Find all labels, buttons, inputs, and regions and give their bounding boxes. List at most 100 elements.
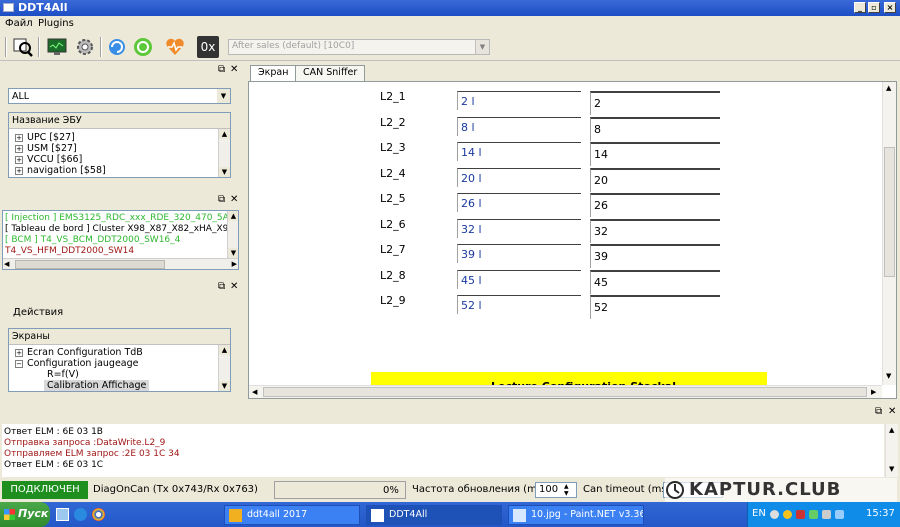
chevron-down-icon[interactable]: ▼ xyxy=(217,89,230,103)
language-indicator[interactable]: EN xyxy=(752,508,766,519)
row-value-input[interactable]: 52 xyxy=(590,295,720,319)
tree-item[interactable]: R=f(V) xyxy=(47,369,79,380)
close-icon[interactable]: ✕ xyxy=(230,194,238,205)
screens-tree[interactable]: Экраны + Ecran Configuration TdB − Configu… xyxy=(8,328,231,392)
start-button[interactable]: Пуск xyxy=(0,502,50,527)
scrollbar[interactable]: ▲ ▼ xyxy=(227,211,238,258)
scroll-up-icon[interactable]: ▲ xyxy=(886,84,891,92)
tray-icon[interactable] xyxy=(809,510,818,519)
filter-combo[interactable]: ALL ▼ xyxy=(8,88,231,104)
list-item[interactable]: [ Injection ] EMS3125_RDC_xxx_RDE_320_47… xyxy=(5,213,235,223)
tray-icon[interactable] xyxy=(770,510,779,519)
scrollbar[interactable]: ▲ ▼ xyxy=(218,345,230,391)
settings-gear-icon[interactable] xyxy=(74,36,96,58)
expand-icon[interactable]: + xyxy=(15,349,23,357)
tab-can-sniffer[interactable]: CAN Sniffer xyxy=(295,65,366,81)
row-value-input[interactable]: 2 xyxy=(590,91,720,115)
network-icon[interactable] xyxy=(835,510,844,519)
expand-icon[interactable]: + xyxy=(15,156,23,164)
expand-icon[interactable]: + xyxy=(15,167,23,175)
scroll-thumb[interactable] xyxy=(15,260,165,269)
scroll-down-icon[interactable]: ▼ xyxy=(219,381,230,391)
tree-item[interactable]: + UPC [$27] xyxy=(15,132,75,143)
toolbar-separator xyxy=(100,37,102,57)
tree-item-selected[interactable]: Calibration Affichage xyxy=(44,380,150,391)
scroll-up-icon[interactable]: ▲ xyxy=(219,129,230,139)
float-icon[interactable]: ⧉ xyxy=(218,194,225,205)
connect-icon[interactable] xyxy=(132,36,154,58)
horizontal-scrollbar[interactable]: ◀ ▶ xyxy=(3,258,238,269)
hex-button[interactable]: 0x xyxy=(197,36,219,58)
row-value-input[interactable]: 26 xyxy=(590,193,720,217)
scroll-thumb[interactable] xyxy=(884,147,895,277)
chevron-down-icon[interactable]: ▼ xyxy=(475,40,489,54)
tray-icon[interactable] xyxy=(796,510,805,519)
row-value-input[interactable]: 14 xyxy=(590,142,720,166)
tree-item[interactable]: + VCCU [$66] xyxy=(15,154,82,165)
list-item[interactable]: [ Tableau de bord ] Cluster X98_X87_X82_… xyxy=(5,224,238,234)
menu-file[interactable]: Файл xyxy=(5,18,33,29)
taskbar-item-paint-net[interactable]: 10.jpg - Paint.NET v3.36 xyxy=(508,505,644,525)
volume-icon[interactable] xyxy=(822,510,831,519)
scroll-thumb[interactable] xyxy=(263,387,867,397)
tab-screen[interactable]: Экран xyxy=(250,65,297,82)
taskbar: Пуск ddt4all 2017 DDT4All 10.jpg - Paint… xyxy=(0,502,900,527)
float-icon[interactable]: ⧉ xyxy=(218,281,225,292)
expand-icon[interactable]: + xyxy=(15,134,23,142)
taskbar-item-ddt4all-2017[interactable]: ddt4all 2017 xyxy=(224,505,360,525)
scroll-right-icon[interactable]: ▶ xyxy=(232,260,237,268)
close-icon[interactable]: ✕ xyxy=(230,64,238,75)
float-icon[interactable]: ⧉ xyxy=(875,406,882,417)
show-desktop-icon[interactable] xyxy=(56,508,69,521)
refresh-icon[interactable] xyxy=(106,36,128,58)
main-hscroll[interactable]: ◀ ▶ xyxy=(249,385,882,398)
scroll-left-icon[interactable]: ◀ xyxy=(252,388,257,396)
row-value-input[interactable]: 8 xyxy=(590,116,720,141)
log-scrollbar[interactable]: ▲ ▼ xyxy=(885,424,898,477)
scroll-right-icon[interactable]: ▶ xyxy=(871,388,876,396)
scrollbar[interactable]: ▲ ▼ xyxy=(218,129,230,177)
scroll-up-icon[interactable]: ▲ xyxy=(228,211,238,221)
collapse-icon[interactable]: − xyxy=(15,360,23,368)
monitor-icon[interactable] xyxy=(46,36,68,58)
refresh-rate-spinbox[interactable]: 100 ▲ ▼ xyxy=(535,482,577,498)
tray-icon[interactable] xyxy=(783,510,792,519)
screens-tree-header[interactable]: Экраны xyxy=(9,329,230,345)
minimize-button[interactable]: _ xyxy=(854,2,866,13)
heartbeat-icon[interactable] xyxy=(164,36,186,58)
spin-arrows-icon[interactable]: ▲ ▼ xyxy=(564,483,569,497)
ecu-tree[interactable]: Название ЭБУ + UPC [$27] + USM [$27] + VCCU… xyxy=(8,112,231,178)
close-button[interactable]: × xyxy=(884,2,896,13)
ecu-list[interactable]: [ Injection ] EMS3125_RDC_xxx_RDE_320_47… xyxy=(2,210,239,270)
scroll-left-icon[interactable]: ◀ xyxy=(4,260,9,268)
tree-item[interactable]: + navigation [$58] xyxy=(15,165,106,176)
scroll-up-icon[interactable]: ▲ xyxy=(889,426,894,434)
row-value-input[interactable]: 45 xyxy=(590,269,720,294)
chrome-icon[interactable] xyxy=(92,508,105,521)
list-item[interactable]: [ BCM ] T4_VS_BCM_DDT2000_SW16_4 xyxy=(5,235,180,245)
main-vscroll[interactable]: ▲ ▼ xyxy=(882,82,896,385)
scroll-down-icon[interactable]: ▼ xyxy=(886,372,891,380)
ecu-select[interactable]: After sales (default) [10C0] ▼ xyxy=(228,39,490,55)
row-value-input[interactable]: 20 xyxy=(590,167,720,192)
maximize-button[interactable]: ▫ xyxy=(868,2,880,13)
taskbar-item-ddt4all[interactable]: DDT4All xyxy=(366,505,502,525)
expand-icon[interactable]: + xyxy=(15,145,23,153)
scroll-down-icon[interactable]: ▼ xyxy=(889,465,894,473)
tree-item[interactable]: + Ecran Configuration TdB xyxy=(15,347,143,358)
float-icon[interactable]: ⧉ xyxy=(218,64,225,75)
tree-item[interactable]: + USM [$27] xyxy=(15,143,77,154)
tree-item[interactable]: − Configuration jaugeage xyxy=(15,358,139,369)
row-value-input[interactable]: 32 xyxy=(590,218,720,243)
scroll-down-icon[interactable]: ▼ xyxy=(228,248,238,258)
ie-icon[interactable] xyxy=(74,508,87,521)
scan-icon[interactable] xyxy=(12,36,34,58)
row-value-input[interactable]: 39 xyxy=(590,244,720,268)
close-icon[interactable]: ✕ xyxy=(888,406,896,417)
list-item[interactable]: T4_VS_HFM_DDT2000_SW14 xyxy=(5,246,134,256)
scroll-down-icon[interactable]: ▼ xyxy=(219,167,230,177)
close-icon[interactable]: ✕ xyxy=(230,281,238,292)
scroll-up-icon[interactable]: ▲ xyxy=(219,345,230,355)
menu-plugins[interactable]: Plugins xyxy=(38,18,74,29)
ecu-tree-header[interactable]: Название ЭБУ xyxy=(9,113,230,129)
